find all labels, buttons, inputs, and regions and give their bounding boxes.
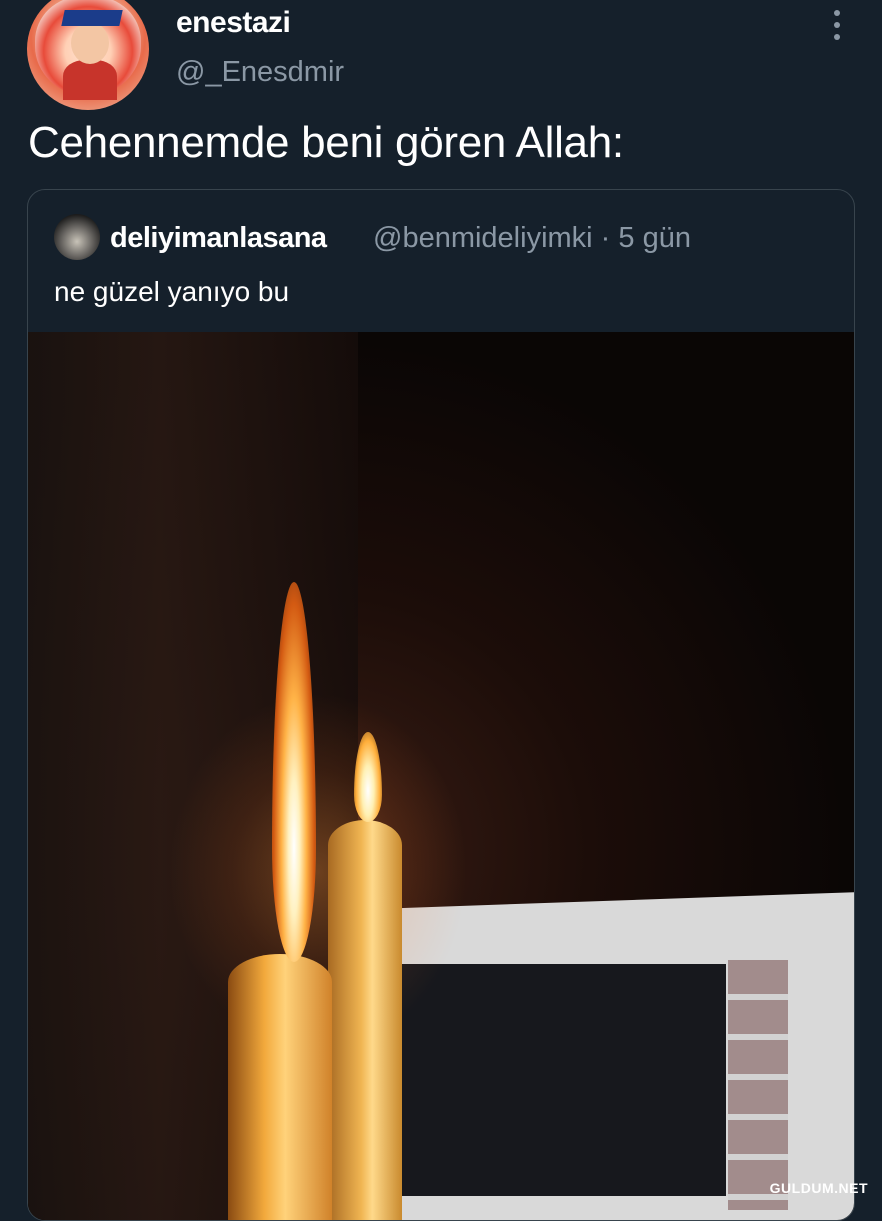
quoted-tweet-card[interactable]: deliyimanlasana @benmideliyimki · 5 gün … [27,189,855,1221]
more-options-button[interactable] [830,10,844,40]
more-vertical-icon [834,10,840,16]
quoted-tweet-meta: @benmideliyimki · 5 gün [373,222,691,254]
author-display-name[interactable]: enestazi [176,6,291,40]
quoted-author-display-name[interactable]: deliyimanlasana [110,222,327,255]
watermark: GULDUM.NET [769,1180,868,1196]
quoted-author-avatar[interactable] [54,214,100,260]
candle-right [328,820,402,1220]
author-handle[interactable]: @_Enesdmir [176,56,344,89]
author-avatar[interactable] [27,0,149,110]
quoted-tweet-text: ne güzel yanıyo bu [54,276,290,307]
candle-left [228,954,332,1220]
tweet-text: Cehennemde beni gören Allah: [28,118,624,167]
quoted-tweet-photo[interactable] [28,332,854,1220]
